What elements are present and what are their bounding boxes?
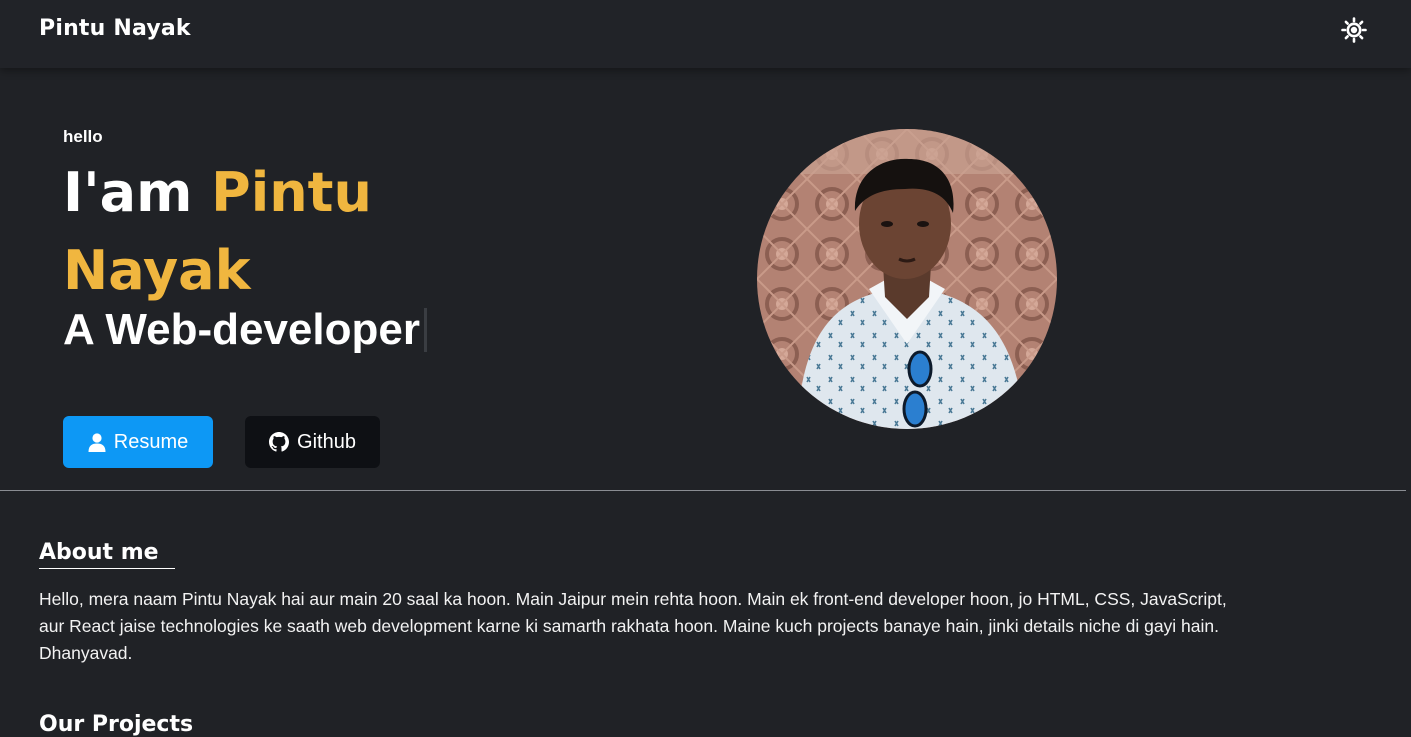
hero-role: A Web-developer <box>63 305 427 355</box>
hero-title: I'am Pintu Nayak <box>63 154 483 310</box>
hero-title-prefix: I'am <box>63 161 212 224</box>
typing-cursor <box>423 308 427 352</box>
brand-logo[interactable]: Pintu Nayak <box>39 16 191 41</box>
about-heading: About me <box>39 540 175 569</box>
user-icon <box>88 432 106 452</box>
about-text: Hello, mera naam Pintu Nayak hai aur mai… <box>39 589 1227 663</box>
profile-photo <box>757 129 1057 429</box>
resume-button[interactable]: Resume <box>63 416 213 468</box>
hero-role-text: A Web-developer <box>63 305 420 354</box>
navbar: Pintu Nayak <box>0 0 1411 68</box>
resume-button-label: Resume <box>113 430 189 453</box>
hero-greeting: hello <box>63 127 103 146</box>
github-button[interactable]: Github <box>245 416 380 468</box>
hero-section: hello I'am Pintu Nayak A Web-developer R… <box>0 68 1411 491</box>
github-button-label: Github <box>297 430 356 453</box>
github-icon <box>269 432 290 452</box>
section-divider <box>0 490 1406 491</box>
sun-icon[interactable] <box>1340 16 1368 44</box>
